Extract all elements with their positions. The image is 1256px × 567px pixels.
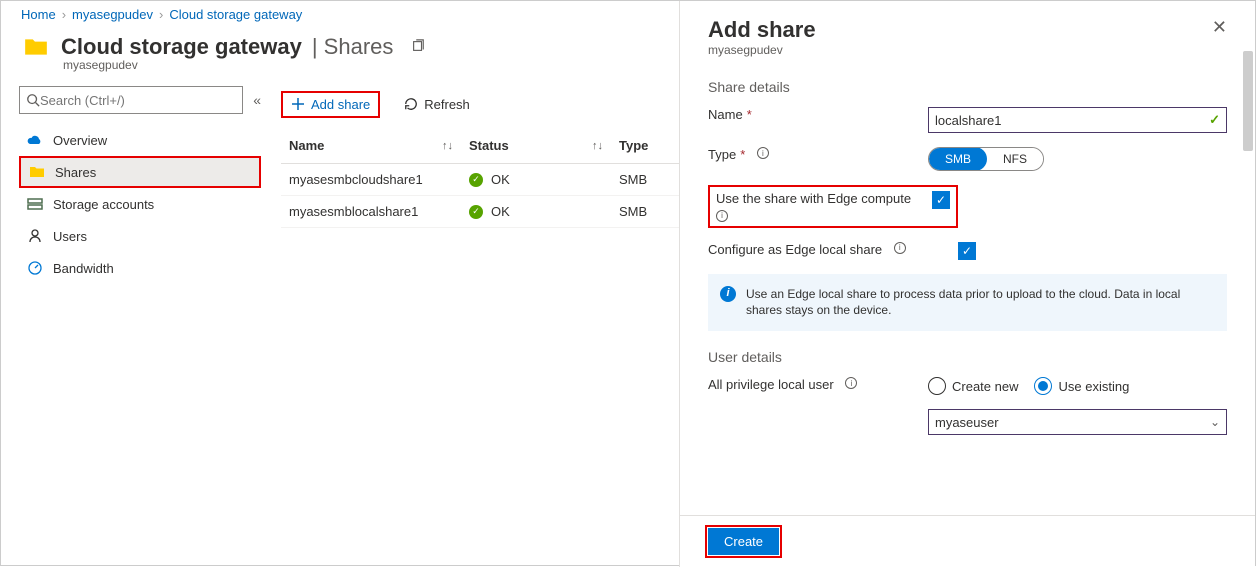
page-section: | Shares (312, 34, 394, 60)
storage-icon (27, 196, 43, 212)
scrollbar[interactable] (1243, 51, 1253, 151)
cell-type: SMB (619, 172, 679, 187)
search-box[interactable] (19, 86, 243, 114)
copy-icon[interactable] (411, 39, 425, 56)
valid-check-icon: ✓ (1209, 112, 1220, 128)
type-smb[interactable]: SMB (929, 147, 987, 171)
sidebar-item-overview[interactable]: Overview (19, 124, 261, 156)
edge-local-checkbox[interactable]: ✓ (958, 242, 976, 260)
sort-icon: ↑↓ (442, 140, 453, 152)
sort-icon: ↑↓ (592, 140, 603, 152)
info-icon[interactable]: i (716, 210, 728, 222)
gauge-icon (27, 260, 43, 276)
info-icon[interactable]: i (757, 147, 769, 159)
type-label: Type* i (708, 147, 928, 171)
add-share-label: Add share (311, 97, 370, 112)
info-banner: Use an Edge local share to process data … (708, 274, 1227, 332)
section-share-details: Share details (708, 79, 1227, 95)
radio-use-existing[interactable]: Use existing (1034, 377, 1129, 395)
collapse-sidebar-icon[interactable]: « (253, 92, 261, 108)
chevron-down-icon: ⌄ (1210, 415, 1220, 429)
sidebar-item-label: Overview (53, 133, 107, 148)
add-share-panel: Add share myasegpudev ✕ Share details Na… (679, 1, 1255, 567)
col-header-status[interactable]: Status↑↓ (469, 138, 619, 153)
cell-name: myasesmbcloudshare1 (289, 172, 469, 187)
col-header-type[interactable]: Type (619, 138, 679, 153)
edge-compute-label: Use the share with Edge compute (716, 191, 911, 206)
sidebar-item-users[interactable]: Users (19, 220, 261, 252)
all-priv-label: All privilege local user i (708, 377, 928, 395)
user-selected: myaseuser (935, 415, 999, 430)
add-share-button[interactable]: Add share (281, 91, 380, 118)
info-icon[interactable]: i (894, 242, 906, 254)
info-icon[interactable]: i (845, 377, 857, 389)
type-nfs[interactable]: NFS (987, 147, 1043, 171)
chevron-right-icon: › (62, 7, 66, 22)
type-toggle[interactable]: SMB NFS (928, 147, 1044, 171)
folder-icon (21, 34, 51, 60)
search-icon (26, 93, 40, 107)
sidebar-item-shares[interactable]: Shares (19, 156, 261, 188)
create-button[interactable]: Create (708, 528, 779, 555)
cell-type: SMB (619, 204, 679, 219)
name-value: localshare1 (935, 113, 1002, 128)
panel-subtitle: myasegpudev (708, 43, 816, 57)
breadcrumb-page[interactable]: Cloud storage gateway (169, 7, 302, 22)
section-user-details: User details (708, 349, 1227, 365)
name-label: Name* (708, 107, 928, 133)
cell-status: ✓OK (469, 172, 619, 187)
sidebar-item-label: Bandwidth (53, 261, 114, 276)
refresh-button[interactable]: Refresh (396, 93, 478, 116)
plus-icon (291, 97, 305, 111)
edge-compute-checkbox[interactable]: ✓ (932, 191, 950, 209)
sidebar: « Overview Shares Storage accounts Users… (1, 86, 271, 284)
refresh-label: Refresh (424, 97, 470, 112)
breadcrumb-home[interactable]: Home (21, 7, 56, 22)
user-icon (27, 228, 43, 244)
cell-status: ✓OK (469, 204, 619, 219)
name-input[interactable]: localshare1 ✓ (928, 107, 1227, 133)
sidebar-item-storage[interactable]: Storage accounts (19, 188, 261, 220)
sidebar-item-bandwidth[interactable]: Bandwidth (19, 252, 261, 284)
search-input[interactable] (40, 93, 236, 108)
folder-small-icon (29, 164, 45, 180)
radio-create-new[interactable]: Create new (928, 377, 1018, 395)
cloud-icon (27, 132, 43, 148)
breadcrumb-device[interactable]: myasegpudev (72, 7, 153, 22)
user-dropdown[interactable]: myaseuser ⌄ (928, 409, 1227, 435)
panel-title: Add share (708, 17, 816, 43)
refresh-icon (404, 97, 418, 111)
col-header-name[interactable]: Name↑↓ (289, 138, 469, 153)
sidebar-item-label: Users (53, 229, 87, 244)
check-circle-icon: ✓ (469, 205, 483, 219)
edge-local-label: Configure as Edge local share i (708, 242, 958, 260)
chevron-right-icon: › (159, 7, 163, 22)
close-icon[interactable]: ✕ (1212, 17, 1227, 38)
cell-name: myasesmblocalshare1 (289, 204, 469, 219)
sidebar-item-label: Storage accounts (53, 197, 154, 212)
page-title: Cloud storage gateway (61, 34, 302, 60)
check-circle-icon: ✓ (469, 173, 483, 187)
sidebar-item-label: Shares (55, 165, 96, 180)
